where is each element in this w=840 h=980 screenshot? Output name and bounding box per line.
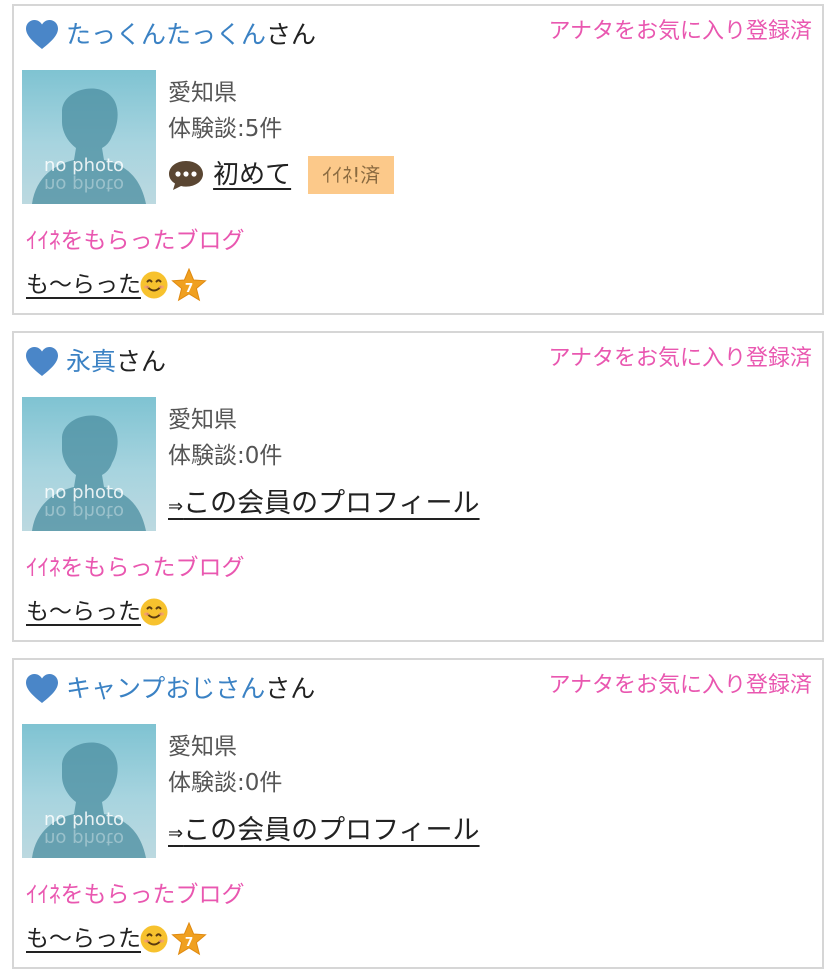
avatar[interactable]: no photo no photo bbox=[22, 70, 156, 204]
favorite-status: アナタをお気に入り登録済 bbox=[548, 19, 812, 44]
no-photo-text: no photo bbox=[44, 809, 125, 830]
member-name-link[interactable]: 永真 bbox=[66, 347, 116, 376]
arrow-icon: ⇒ bbox=[168, 823, 184, 844]
experience-count: 体験談:0件 bbox=[168, 770, 283, 796]
star-number: 7 bbox=[185, 281, 193, 295]
blog-link[interactable]: も〜らった bbox=[26, 595, 141, 629]
heart-icon bbox=[26, 347, 58, 376]
profile-link[interactable]: ⇒この会員のプロフィール bbox=[168, 812, 480, 853]
member-card: キャンプおじさんさん アナタをお気に入り登録済 no photo no phot… bbox=[12, 658, 824, 969]
favorite-status: アナタをお気に入り登録済 bbox=[548, 673, 812, 698]
heart-icon bbox=[26, 20, 58, 49]
honorific: さん bbox=[266, 20, 317, 49]
member-name-line: たっくんたっくんさん bbox=[66, 16, 316, 54]
member-name-link[interactable]: キャンプおじさん bbox=[66, 674, 265, 703]
member-name-link[interactable]: たっくんたっくん bbox=[66, 20, 266, 49]
member-name-line: 永真さん bbox=[66, 343, 166, 381]
blog-link[interactable]: も〜らった bbox=[26, 268, 141, 302]
blog-link[interactable]: も〜らった bbox=[26, 922, 141, 956]
blog-row: も〜らった 7 bbox=[26, 922, 207, 958]
no-photo-reflection: no photo bbox=[44, 828, 125, 849]
member-name-line: キャンプおじさんさん bbox=[66, 670, 315, 708]
blog-heading: ｲｲﾈをもらったブログ bbox=[26, 228, 245, 254]
member-card: 永真さん アナタをお気に入り登録済 no photo no photo 愛知県 … bbox=[12, 331, 824, 642]
blog-row: も〜らった bbox=[26, 595, 169, 631]
heart-icon bbox=[26, 674, 58, 703]
avatar[interactable]: no photo no photo bbox=[22, 397, 156, 531]
profile-link-label: この会員のプロフィール bbox=[183, 488, 480, 519]
no-photo-reflection: no photo bbox=[44, 501, 125, 522]
experience-count: 体験談:0件 bbox=[168, 443, 283, 469]
blog-heading: ｲｲﾈをもらったブログ bbox=[26, 882, 245, 908]
prefecture: 愛知県 bbox=[168, 734, 237, 760]
experience-count: 体験談:5件 bbox=[168, 116, 283, 142]
avatar[interactable]: no photo no photo bbox=[22, 724, 156, 858]
comment-row: 初めて ｲｲﾈ!済 bbox=[168, 156, 395, 196]
arrow-icon: ⇒ bbox=[168, 496, 184, 517]
speech-bubble-icon bbox=[169, 161, 203, 190]
blog-heading: ｲｲﾈをもらったブログ bbox=[26, 555, 245, 581]
honorific: さん bbox=[116, 347, 167, 376]
profile-link-label: この会員のプロフィール bbox=[183, 815, 480, 846]
smile-icon bbox=[140, 925, 168, 953]
honorific: さん bbox=[265, 674, 316, 703]
blog-row: も〜らった 7 bbox=[26, 268, 207, 304]
favorite-status: アナタをお気に入り登録済 bbox=[548, 346, 812, 371]
smile-icon bbox=[140, 598, 168, 626]
profile-link[interactable]: ⇒この会員のプロフィール bbox=[168, 485, 480, 526]
like-badge: ｲｲﾈ!済 bbox=[308, 156, 395, 194]
prefecture: 愛知県 bbox=[168, 407, 237, 433]
comment-link[interactable]: 初めて bbox=[213, 157, 291, 193]
prefecture: 愛知県 bbox=[168, 80, 237, 106]
member-card: たっくんたっくんさん アナタをお気に入り登録済 no photo no phot… bbox=[12, 4, 824, 315]
star-badge-icon: 7 bbox=[171, 268, 207, 302]
star-badge-icon: 7 bbox=[171, 922, 207, 956]
no-photo-text: no photo bbox=[44, 482, 125, 503]
no-photo-text: no photo bbox=[44, 155, 125, 176]
smile-icon bbox=[140, 271, 168, 299]
no-photo-reflection: no photo bbox=[44, 174, 125, 195]
star-number: 7 bbox=[185, 935, 193, 949]
